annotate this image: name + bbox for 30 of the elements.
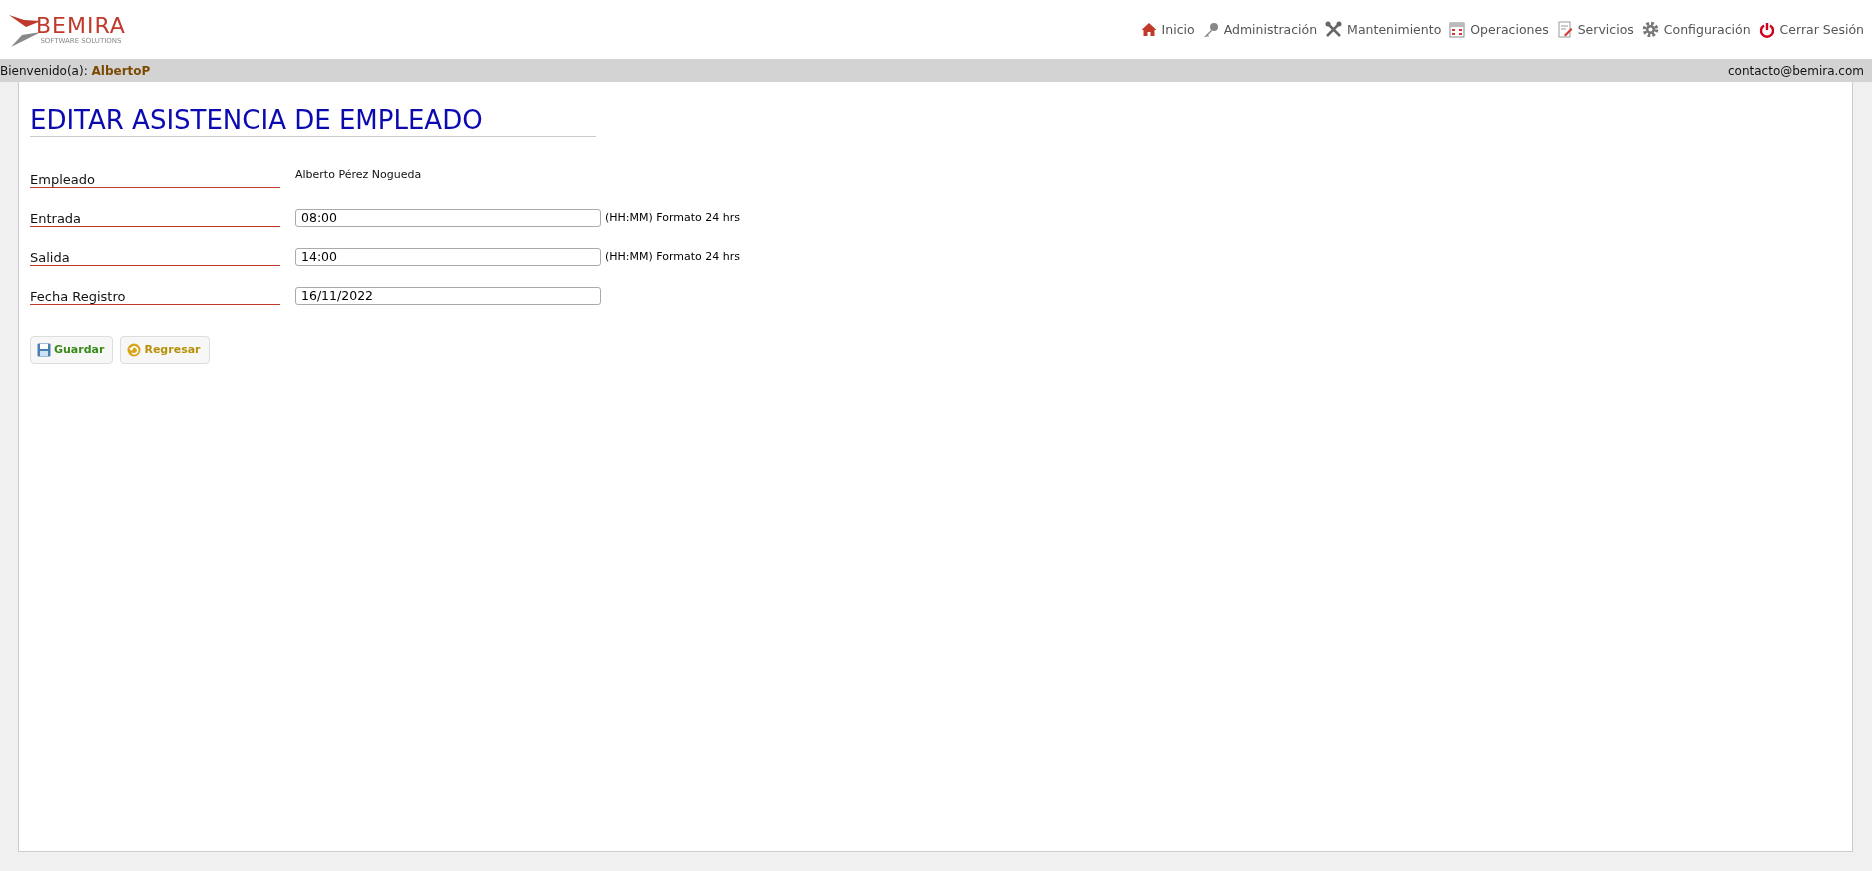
nav-link[interactable]: Administración [1202, 21, 1318, 38]
document-pen-icon [1556, 21, 1573, 38]
input-field[interactable]: 16/11/2022 [295, 286, 601, 305]
field-label: Salida [30, 239, 280, 266]
nav-link[interactable]: Mantenimiento [1325, 21, 1442, 38]
back-circle-icon [127, 342, 142, 357]
save-button[interactable]: Guardar [30, 335, 114, 364]
calculator-icon [1449, 21, 1466, 38]
field-label: Entrada [30, 200, 280, 227]
field-value: Alberto Pérez Nogueda [295, 168, 422, 182]
power-icon [1758, 21, 1775, 38]
contact-email: contacto@bemira.com [1728, 63, 1864, 78]
nav-link[interactable]: Operaciones [1449, 21, 1549, 38]
input-field[interactable]: 08:00 [295, 208, 601, 227]
tools-icon [1325, 21, 1343, 38]
nav-link[interactable]: Servicios [1556, 21, 1634, 38]
welcome-text: Bienvenido(a): AlbertoP [0, 63, 151, 78]
field-label: Empleado [30, 161, 280, 188]
nav-link[interactable]: Inicio [1140, 22, 1195, 37]
nav-link[interactable]: Configuración [1641, 21, 1751, 38]
home-icon [1140, 22, 1157, 37]
format-hint: (HH:MM) Formato 24 hrs [605, 250, 741, 264]
logo-text: BEMIRA [36, 14, 126, 37]
field-label: Fecha Registro [30, 278, 280, 305]
gear-icon [1641, 21, 1659, 38]
page-title: EDITAR ASISTENCIA DE EMPLEADO [30, 106, 596, 137]
key-icon [1202, 21, 1219, 38]
format-hint: (HH:MM) Formato 24 hrs [605, 211, 741, 225]
nav-link[interactable]: Cerrar Sesión [1758, 21, 1864, 38]
input-field[interactable]: 14:00 [295, 247, 601, 266]
